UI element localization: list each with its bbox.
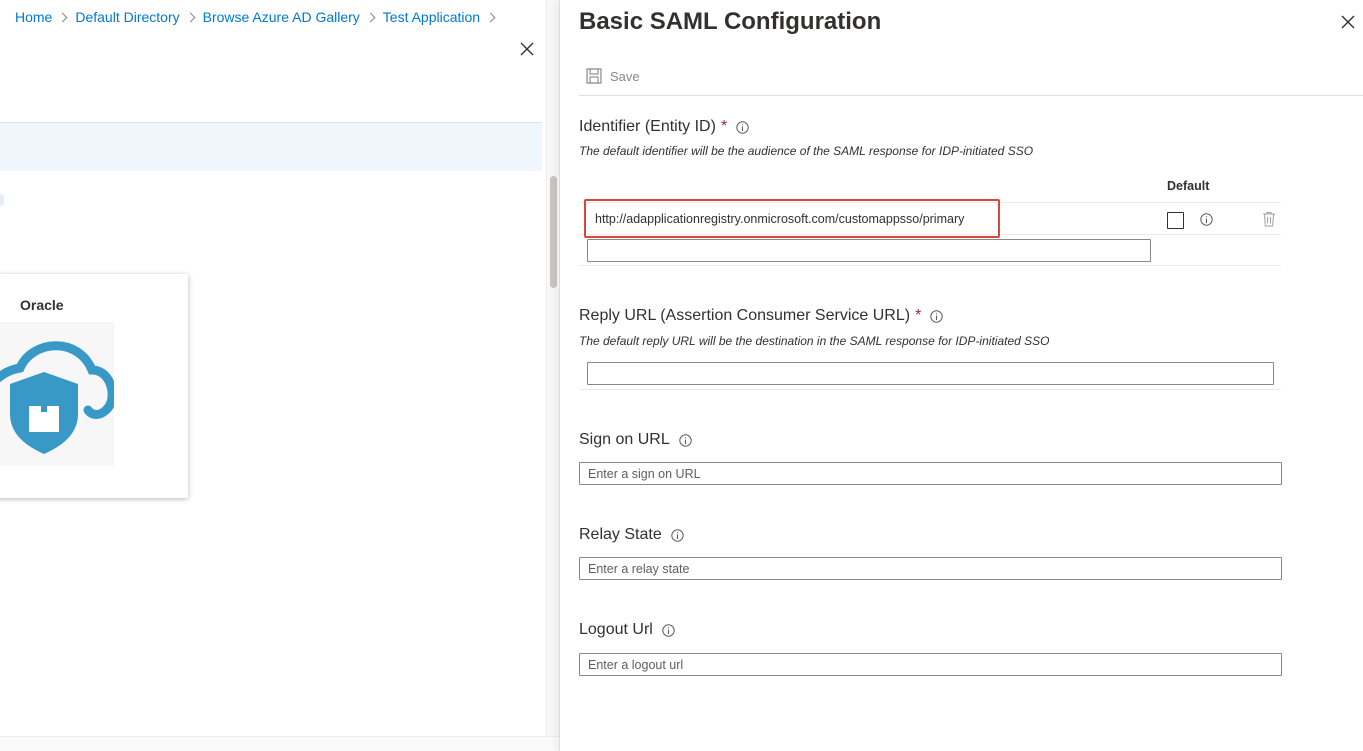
identifier-description: The default identifier will be the audie… bbox=[579, 144, 1034, 158]
relay-state-label-text: Relay State bbox=[579, 526, 662, 543]
chevron-right-icon bbox=[185, 12, 196, 22]
divider bbox=[579, 265, 1281, 266]
info-icon[interactable] bbox=[662, 623, 675, 637]
saml-config-blade: Basic SAML Configuration Save Identifier… bbox=[559, 0, 1363, 751]
page-title: Basic SAML Configuration bbox=[579, 8, 882, 35]
tile-title: Oracle bbox=[20, 297, 64, 313]
info-icon[interactable] bbox=[679, 433, 692, 447]
relay-state-label: Relay State bbox=[579, 526, 684, 544]
highlight-annotation bbox=[584, 199, 1000, 238]
required-mark: * bbox=[915, 307, 922, 324]
selected-row-band bbox=[0, 123, 542, 171]
close-icon[interactable] bbox=[1340, 14, 1356, 30]
reply-url-label-text: Reply URL (Assertion Consumer Service UR… bbox=[579, 307, 911, 324]
identifier-label-text: Identifier (Entity ID) bbox=[579, 118, 716, 135]
relay-state-input[interactable] bbox=[579, 557, 1282, 580]
logout-url-input[interactable] bbox=[579, 653, 1282, 676]
save-button[interactable]: Save bbox=[586, 68, 640, 84]
horizontal-scrollbar[interactable] bbox=[0, 736, 559, 751]
sign-on-url-label: Sign on URL bbox=[579, 431, 692, 449]
reply-url-description: The default reply URL will be the destin… bbox=[579, 334, 1050, 348]
scrollbar-track[interactable] bbox=[546, 0, 559, 751]
chevron-right-icon bbox=[485, 12, 496, 22]
gallery-tile-oracle[interactable]: Oracle bbox=[0, 274, 188, 498]
breadcrumb: Home Default Directory Browse Azure AD G… bbox=[15, 9, 503, 25]
breadcrumb-home[interactable]: Home bbox=[15, 9, 52, 25]
chevron-right-icon bbox=[365, 12, 376, 22]
command-bar: Save bbox=[579, 62, 1363, 96]
required-mark: * bbox=[720, 118, 728, 135]
default-checkbox[interactable] bbox=[1167, 212, 1184, 229]
reply-url-input[interactable] bbox=[587, 362, 1274, 385]
partial-control bbox=[0, 193, 4, 207]
delete-icon[interactable] bbox=[1262, 211, 1276, 227]
breadcrumb-test-application[interactable]: Test Application bbox=[383, 9, 480, 25]
logout-url-label-text: Logout Url bbox=[579, 621, 653, 638]
sign-on-url-label-text: Sign on URL bbox=[579, 431, 670, 448]
close-icon[interactable] bbox=[518, 40, 536, 58]
breadcrumb-default-directory[interactable]: Default Directory bbox=[75, 9, 179, 25]
identifier-new-input[interactable] bbox=[587, 239, 1151, 262]
save-icon bbox=[586, 68, 602, 84]
identifier-label: Identifier (Entity ID) * bbox=[579, 118, 749, 136]
info-icon[interactable] bbox=[930, 309, 943, 323]
info-icon[interactable] bbox=[1200, 213, 1213, 226]
sign-on-url-input[interactable] bbox=[579, 462, 1282, 485]
cloud-shield-icon bbox=[0, 322, 114, 466]
reply-url-label: Reply URL (Assertion Consumer Service UR… bbox=[579, 307, 943, 325]
save-label: Save bbox=[610, 68, 640, 84]
info-icon[interactable] bbox=[671, 528, 684, 542]
gallery-blade: Home Default Directory Browse Azure AD G… bbox=[0, 0, 559, 751]
info-icon[interactable] bbox=[736, 120, 749, 134]
divider bbox=[579, 389, 1281, 390]
default-column-header: Default bbox=[1167, 179, 1210, 193]
breadcrumb-gallery[interactable]: Browse Azure AD Gallery bbox=[203, 9, 360, 25]
logout-url-label: Logout Url bbox=[579, 621, 675, 639]
chevron-right-icon bbox=[57, 12, 68, 22]
scrollbar-thumb[interactable] bbox=[550, 176, 557, 288]
